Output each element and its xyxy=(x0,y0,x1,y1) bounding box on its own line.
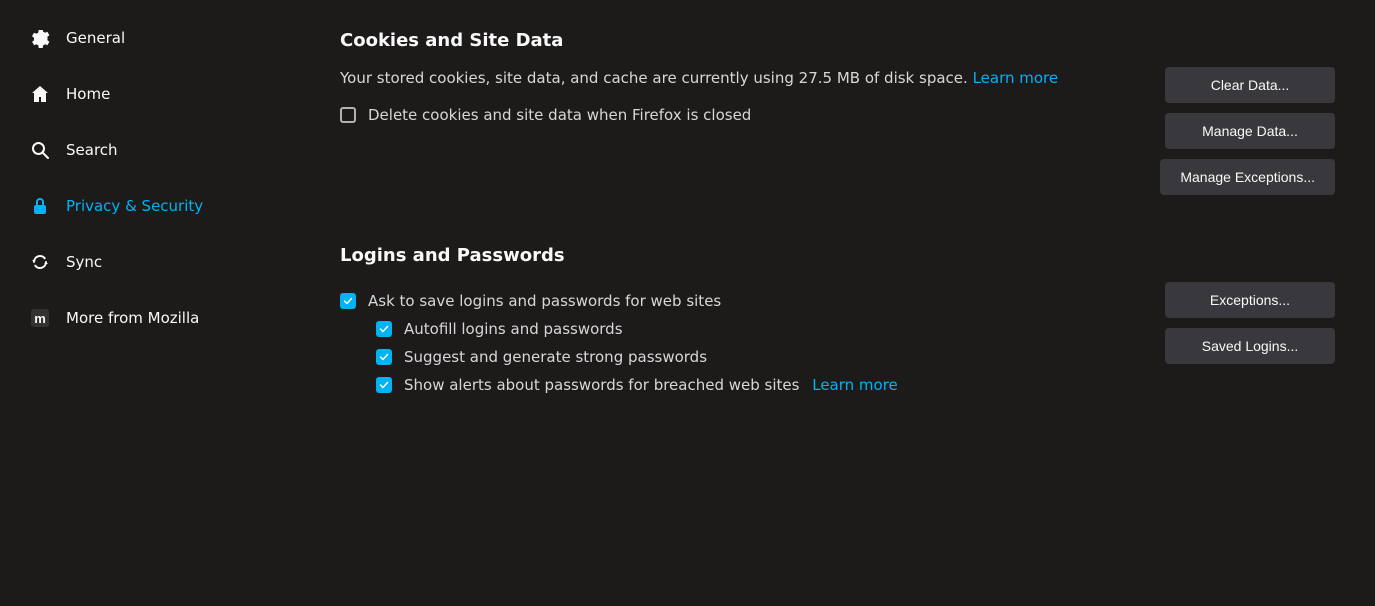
manage-data-button[interactable]: Manage Data... xyxy=(1165,113,1335,149)
sidebar-item-privacy-label: Privacy & Security xyxy=(66,197,203,215)
autofill-row: Autofill logins and passwords xyxy=(376,320,1135,338)
cookies-learn-more-link[interactable]: Learn more xyxy=(973,69,1059,87)
delete-cookies-row: Delete cookies and site data when Firefo… xyxy=(340,106,1135,124)
breach-alerts-checkbox[interactable] xyxy=(376,377,392,393)
breach-alerts-row: Show alerts about passwords for breached… xyxy=(376,376,1135,394)
sidebar-item-general-label: General xyxy=(66,29,125,47)
autofill-checkbox[interactable] xyxy=(376,321,392,337)
ask-save-label: Ask to save logins and passwords for web… xyxy=(368,292,721,310)
sidebar-item-more-mozilla[interactable]: m More from Mozilla xyxy=(8,292,292,344)
suggest-strong-checkbox[interactable] xyxy=(376,349,392,365)
delete-cookies-checkbox[interactable] xyxy=(340,107,356,123)
sidebar-item-home-label: Home xyxy=(66,85,110,103)
lock-icon xyxy=(28,194,52,218)
cookies-description: Your stored cookies, site data, and cach… xyxy=(340,67,1090,90)
manage-exceptions-button[interactable]: Manage Exceptions... xyxy=(1160,159,1335,195)
mozilla-icon: m xyxy=(28,306,52,330)
ask-save-checkbox[interactable] xyxy=(340,293,356,309)
logins-section-row: Ask to save logins and passwords for web… xyxy=(340,282,1335,404)
saved-logins-button[interactable]: Saved Logins... xyxy=(1165,328,1335,364)
breach-alerts-label: Show alerts about passwords for breached… xyxy=(404,376,898,394)
sidebar-item-search[interactable]: Search xyxy=(8,124,292,176)
sidebar-item-mozilla-label: More from Mozilla xyxy=(66,309,199,327)
sidebar-item-general[interactable]: General xyxy=(8,12,292,64)
sync-icon xyxy=(28,250,52,274)
gear-icon xyxy=(28,26,52,50)
cookies-section-row: Your stored cookies, site data, and cach… xyxy=(340,67,1335,205)
cookies-section-left: Your stored cookies, site data, and cach… xyxy=(340,67,1135,134)
home-icon xyxy=(28,82,52,106)
sidebar-item-search-label: Search xyxy=(66,141,118,159)
sidebar-item-sync[interactable]: Sync xyxy=(8,236,292,288)
svg-text:m: m xyxy=(34,311,46,326)
search-icon xyxy=(28,138,52,162)
exceptions-button[interactable]: Exceptions... xyxy=(1165,282,1335,318)
cookies-section: Cookies and Site Data Your stored cookie… xyxy=(340,30,1335,205)
cookies-buttons: Clear Data... Manage Data... Manage Exce… xyxy=(1135,67,1335,205)
sidebar-item-privacy-security[interactable]: Privacy & Security xyxy=(8,180,292,232)
main-content: Cookies and Site Data Your stored cookie… xyxy=(300,0,1375,606)
suggest-strong-label: Suggest and generate strong passwords xyxy=(404,348,707,366)
ask-save-row: Ask to save logins and passwords for web… xyxy=(340,292,1135,310)
sidebar-item-home[interactable]: Home xyxy=(8,68,292,120)
autofill-label: Autofill logins and passwords xyxy=(404,320,623,338)
delete-cookies-label: Delete cookies and site data when Firefo… xyxy=(368,106,751,124)
sidebar: General Home Search Privacy & Security xyxy=(0,0,300,606)
clear-data-button[interactable]: Clear Data... xyxy=(1165,67,1335,103)
suggest-strong-row: Suggest and generate strong passwords xyxy=(376,348,1135,366)
logins-buttons: Exceptions... Saved Logins... xyxy=(1135,282,1335,374)
logins-section: Logins and Passwords Ask to save logins … xyxy=(340,245,1335,404)
sidebar-item-sync-label: Sync xyxy=(66,253,102,271)
breach-learn-more-link[interactable]: Learn more xyxy=(812,376,898,394)
logins-section-title: Logins and Passwords xyxy=(340,245,1335,266)
cookies-section-title: Cookies and Site Data xyxy=(340,30,1335,51)
logins-section-left: Ask to save logins and passwords for web… xyxy=(340,282,1135,404)
